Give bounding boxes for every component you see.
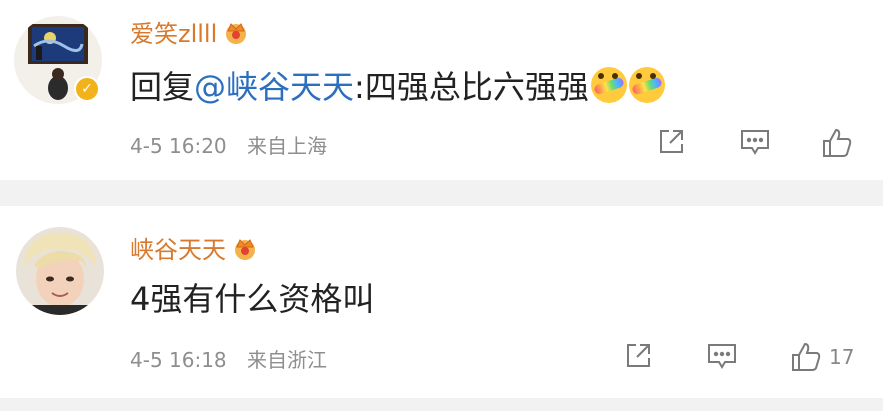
comment-text: 4强有什么资格叫 bbox=[130, 274, 374, 320]
location: 来自浙江 bbox=[247, 348, 328, 372]
like-button[interactable]: 17 bbox=[789, 340, 854, 374]
like-icon bbox=[789, 340, 823, 374]
comment-button[interactable] bbox=[706, 340, 738, 372]
like-count: 17 bbox=[829, 345, 855, 369]
avatar[interactable] bbox=[16, 227, 104, 315]
username[interactable]: 峡谷天天 bbox=[130, 230, 258, 265]
separator bbox=[0, 398, 883, 411]
comment-icon bbox=[706, 340, 738, 372]
username-text[interactable]: 峡谷天天 bbox=[130, 230, 226, 265]
share-icon bbox=[622, 340, 654, 372]
comment-body: 4强有什么资格叫 bbox=[130, 280, 375, 318]
crown-badge-icon bbox=[232, 235, 258, 261]
share-button[interactable] bbox=[622, 340, 654, 372]
comment-item: 峡谷天天 4强有什么资格叫 4-5 16:18 来自浙江 17 bbox=[0, 0, 883, 411]
comment-meta: 4-5 16:18 来自浙江 bbox=[130, 344, 341, 373]
timestamp: 4-5 16:18 bbox=[130, 348, 227, 372]
